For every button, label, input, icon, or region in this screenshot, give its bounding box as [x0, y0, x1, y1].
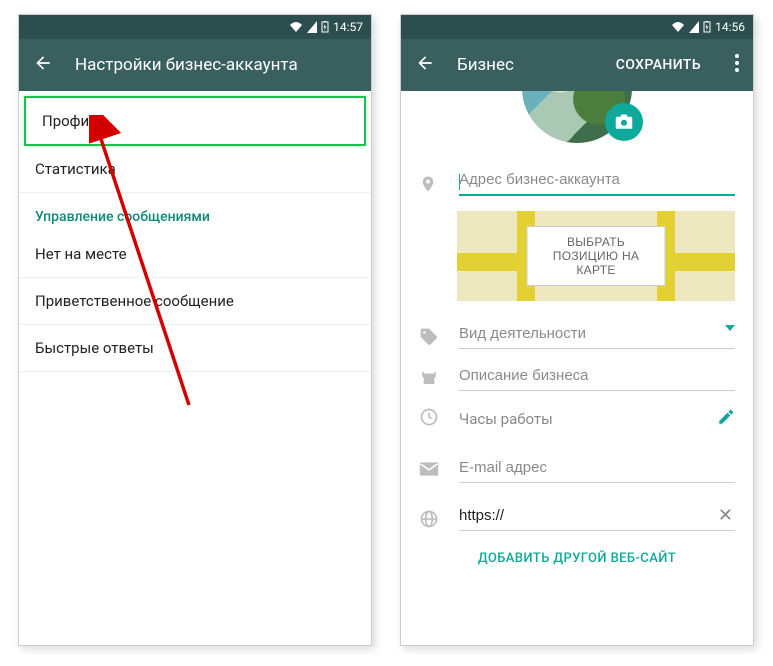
- signal-icon: [307, 21, 317, 33]
- map-preview[interactable]: ВЫБРАТЬ ПОЗИЦИЮ НА КАРТЕ: [457, 211, 735, 301]
- address-input[interactable]: [459, 163, 735, 196]
- overflow-menu-icon[interactable]: [723, 54, 739, 76]
- tag-icon: [419, 317, 441, 351]
- category-input[interactable]: [459, 317, 735, 349]
- battery-icon: [703, 21, 711, 33]
- signal-icon: [689, 21, 699, 33]
- clock: 14:56: [715, 20, 745, 34]
- page-title: Бизнес: [457, 55, 594, 75]
- camera-icon: [615, 114, 633, 130]
- description-input[interactable]: [459, 359, 735, 391]
- globe-icon: [419, 499, 441, 533]
- camera-button[interactable]: [605, 103, 643, 141]
- save-button[interactable]: СОХРАНИТЬ: [616, 57, 701, 73]
- phone-settings: 14:57 Настройки бизнес-аккаунта Профиль …: [18, 14, 372, 646]
- item-away[interactable]: Нет на месте: [19, 231, 371, 278]
- profile-form: ВЫБРАТЬ ПОЗИЦИЮ НА КАРТЕ Часы работы: [401, 91, 753, 580]
- clock: 14:57: [333, 20, 363, 34]
- add-website-button[interactable]: ДОБАВИТЬ ДРУГОЙ ВЕБ-САЙТ: [401, 533, 753, 580]
- store-icon: [419, 359, 441, 391]
- appbar: Настройки бизнес-аккаунта: [19, 39, 371, 91]
- phone-profile-edit: 14:56 Бизнес СОХРАНИТЬ: [400, 14, 754, 646]
- section-messages: Управление сообщениями: [19, 193, 371, 231]
- clock-icon: [419, 407, 441, 431]
- location-icon: [419, 163, 441, 199]
- item-stats[interactable]: Статистика: [19, 146, 371, 193]
- item-quick[interactable]: Быстрые ответы: [19, 325, 371, 372]
- back-icon[interactable]: [415, 53, 435, 77]
- choose-on-map-button[interactable]: ВЫБРАТЬ ПОЗИЦИЮ НА КАРТЕ: [527, 226, 666, 286]
- battery-icon: [321, 21, 329, 33]
- wifi-icon: [671, 21, 685, 33]
- item-profile[interactable]: Профиль: [24, 96, 366, 146]
- email-input[interactable]: [459, 451, 735, 483]
- wifi-icon: [289, 21, 303, 33]
- avatar-row: [401, 91, 753, 155]
- edit-icon[interactable]: [717, 408, 735, 430]
- back-icon[interactable]: [33, 53, 53, 77]
- email-icon: [419, 451, 441, 481]
- statusbar: 14:57: [19, 15, 371, 39]
- website-input[interactable]: [459, 499, 735, 531]
- clear-icon[interactable]: ✕: [718, 505, 733, 526]
- page-title: Настройки бизнес-аккаунта: [75, 55, 357, 75]
- hours-label: Часы работы: [459, 410, 699, 428]
- hours-row[interactable]: Часы работы: [401, 391, 753, 443]
- dropdown-icon[interactable]: [725, 325, 735, 331]
- appbar: Бизнес СОХРАНИТЬ: [401, 39, 753, 91]
- item-greeting[interactable]: Приветственное сообщение: [19, 278, 371, 325]
- statusbar: 14:56: [401, 15, 753, 39]
